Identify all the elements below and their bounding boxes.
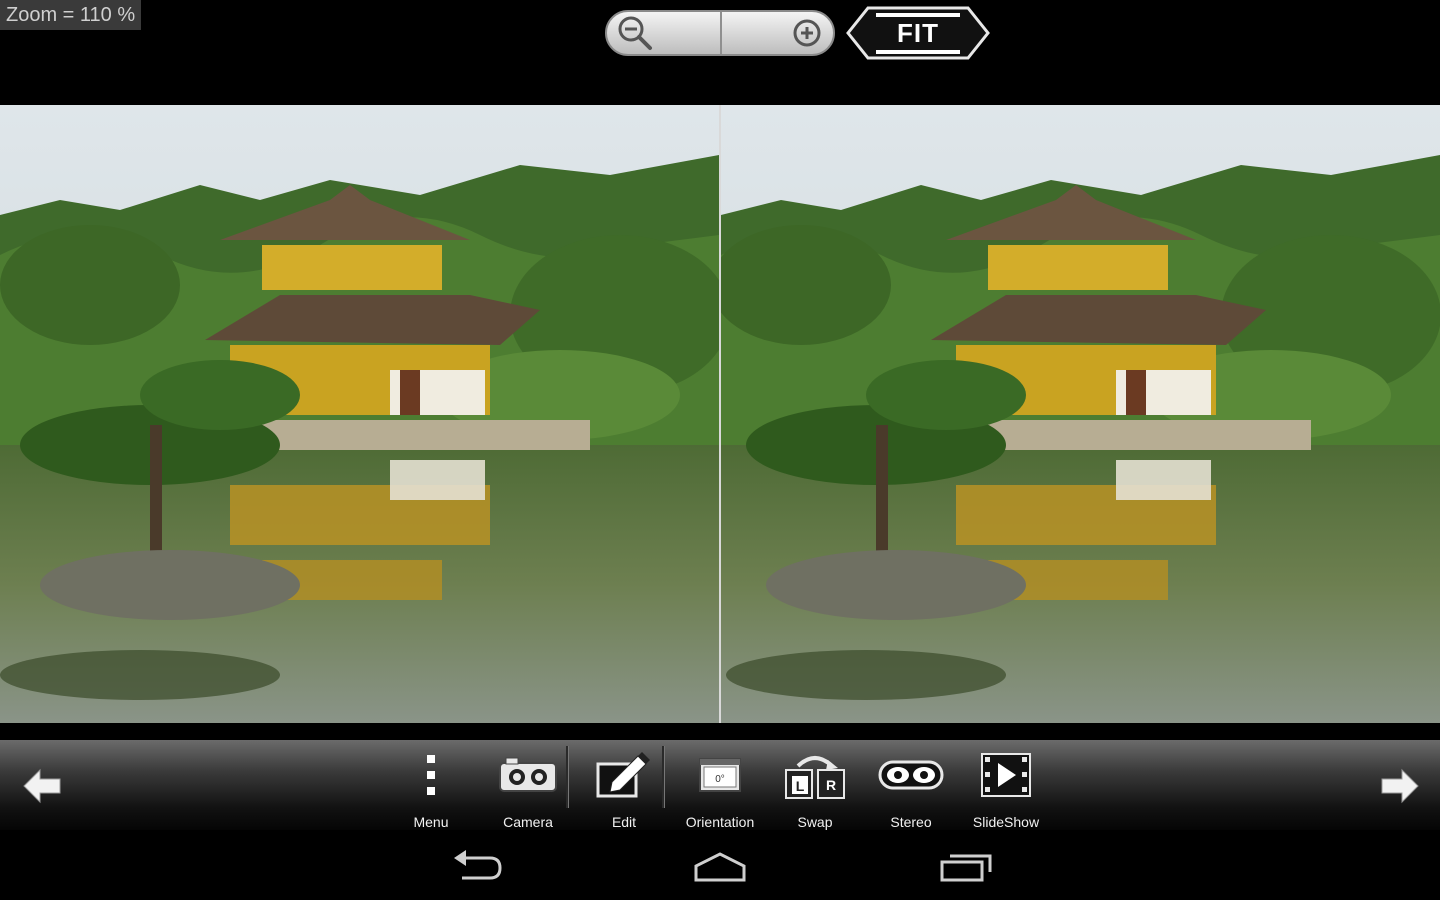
- zoom-out-icon: [618, 16, 652, 50]
- home-icon: [694, 852, 746, 882]
- slideshow-icon: [981, 753, 1031, 797]
- stereo-image-view[interactable]: [0, 105, 1440, 723]
- edit-icon: [596, 752, 650, 798]
- zoom-readout: Zoom = 110 %: [0, 0, 142, 30]
- swap-label: Swap: [797, 814, 833, 830]
- edit-label: Edit: [611, 814, 637, 830]
- slideshow-button[interactable]: SlideShow: [959, 748, 1053, 830]
- bottom-toolbar: Menu Camera Edit 0° Orientation L R Swap…: [0, 740, 1440, 830]
- arrow-right-icon: [1381, 768, 1419, 804]
- svg-text:L: L: [796, 778, 805, 794]
- menu-button[interactable]: Menu: [384, 748, 478, 830]
- recent-apps-icon: [940, 854, 992, 882]
- previous-image-button[interactable]: [22, 768, 62, 804]
- overflow-menu-icon: [427, 755, 435, 795]
- zoom-in-button[interactable]: [722, 12, 833, 54]
- stereo-glasses-icon: [878, 760, 944, 790]
- svg-text:0°: 0°: [715, 774, 725, 785]
- zoom-out-button[interactable]: [607, 12, 722, 54]
- orientation-icon: 0°: [699, 758, 741, 792]
- fit-label: FIT: [897, 18, 939, 48]
- svg-text:R: R: [826, 777, 836, 793]
- stereo-button[interactable]: Stereo: [864, 748, 958, 830]
- zoom-in-icon: [793, 19, 821, 47]
- swap-lr-icon: L R: [785, 756, 845, 799]
- home-button[interactable]: [692, 852, 748, 887]
- zoom-control: [605, 10, 835, 56]
- right-eye-image[interactable]: [721, 105, 1440, 723]
- back-button[interactable]: [452, 850, 504, 887]
- arrow-left-icon: [23, 768, 61, 804]
- next-image-button[interactable]: [1380, 768, 1420, 804]
- stereo-camera-icon: [499, 757, 557, 792]
- toolbar-separator: [662, 746, 665, 808]
- orientation-label: Orientation: [685, 814, 755, 830]
- toolbar-separator: [566, 746, 569, 808]
- back-icon: [454, 850, 502, 880]
- edit-button[interactable]: Edit: [577, 748, 671, 830]
- system-navigation-bar: [0, 830, 1440, 900]
- stereo-label: Stereo: [890, 814, 932, 830]
- orientation-button[interactable]: 0° Orientation: [673, 748, 767, 830]
- menu-label: Menu: [413, 814, 449, 830]
- left-eye-image[interactable]: [0, 105, 719, 723]
- camera-label: Camera: [503, 814, 553, 830]
- camera-button[interactable]: Camera: [481, 748, 575, 830]
- fit-button[interactable]: FIT: [846, 6, 990, 60]
- recent-apps-button[interactable]: [938, 852, 994, 887]
- slideshow-label: SlideShow: [972, 814, 1040, 830]
- swap-button[interactable]: L R Swap: [768, 748, 862, 830]
